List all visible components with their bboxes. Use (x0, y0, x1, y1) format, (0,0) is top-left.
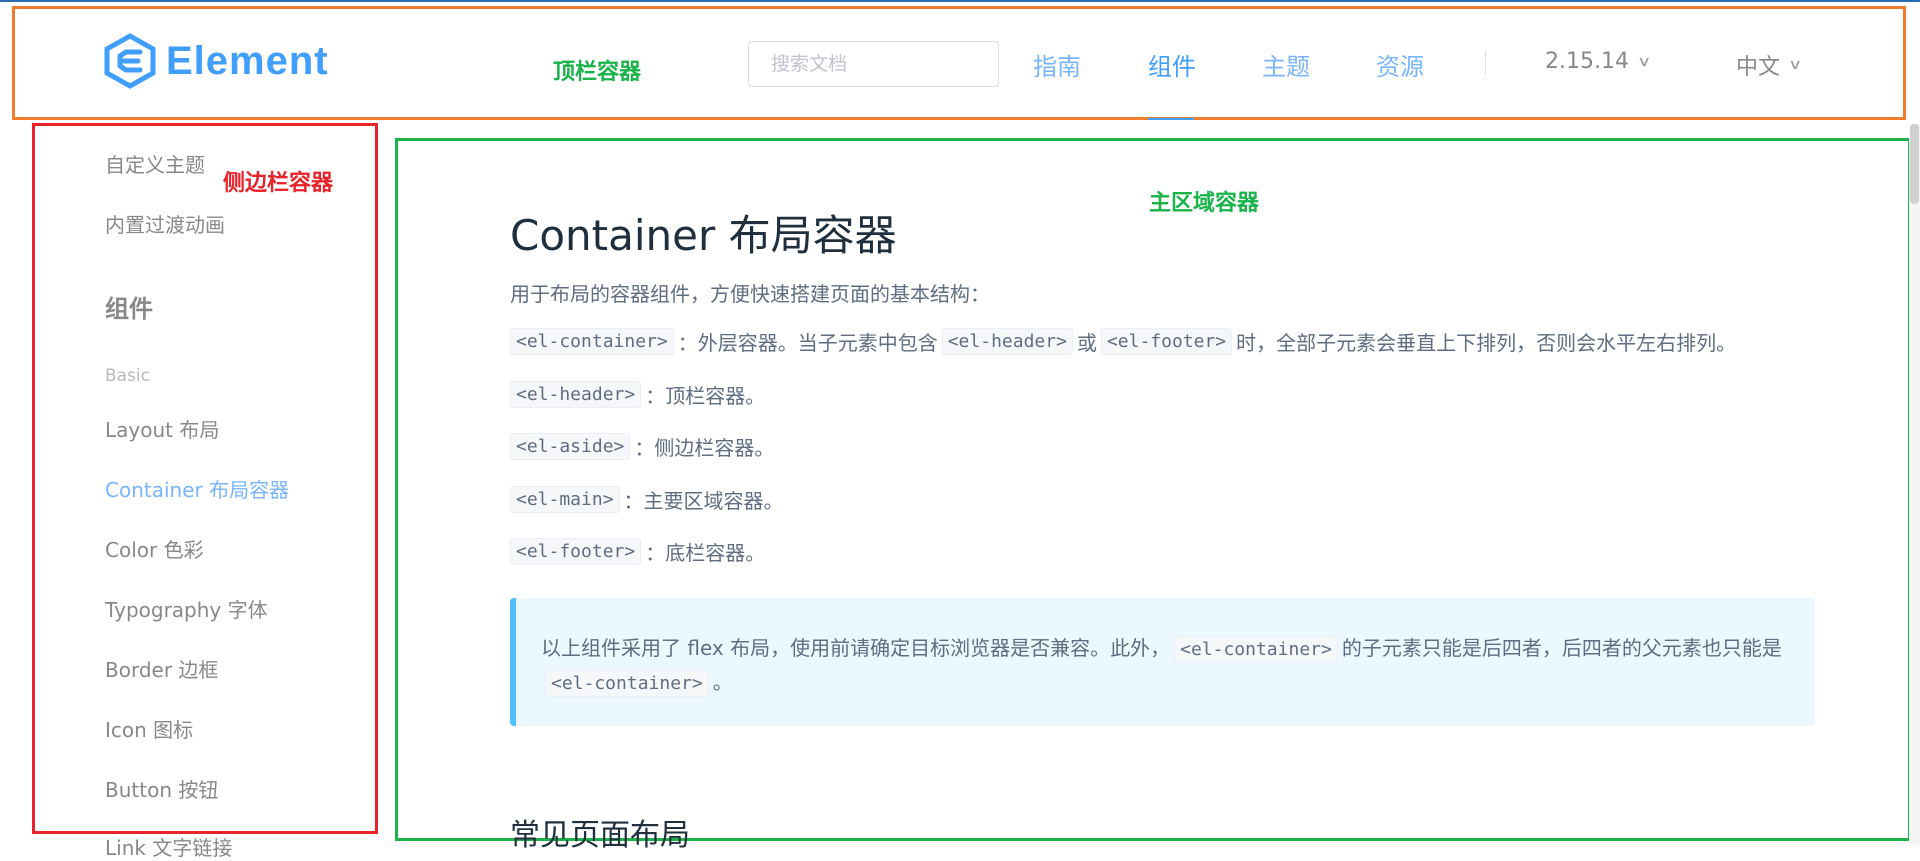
code-el-container: <el-container> (545, 670, 709, 697)
section-title: 常见页面布局 (510, 818, 690, 853)
element-logo-icon (104, 33, 156, 89)
tip-text: 以上组件采用了 flex 布局，使用前请确定目标浏览器是否兼容。此外， <el-c… (541, 632, 1785, 700)
sidebar-item-container[interactable]: Container 布局容器 (105, 474, 289, 503)
scrollbar-thumb[interactable] (1910, 124, 1919, 204)
code-el-footer: <el-footer> (510, 538, 642, 565)
sidebar-annotation-label: 侧边栏容器 (223, 171, 334, 196)
sidebar-item-custom-theme[interactable]: 自定义主题 (105, 149, 205, 178)
sidebar-item-layout[interactable]: Layout 布局 (105, 414, 219, 443)
nav-resource[interactable]: 资源 (1376, 47, 1424, 82)
tip-callout: 以上组件采用了 flex 布局，使用前请确定目标浏览器是否兼容。此外， <el-c… (510, 598, 1815, 726)
code-el-header: <el-header> (510, 381, 642, 408)
nav-divider (1485, 50, 1486, 74)
page-title: Container 布局容器 (510, 211, 897, 260)
container-description: <el-container> ：外层容器。当子元素中包含 <el-header>… (510, 327, 1736, 356)
code-el-main: <el-main> (510, 486, 620, 513)
sidebar-item-transition[interactable]: 内置过渡动画 (105, 209, 225, 238)
scrollbar-track[interactable] (1909, 124, 1920, 845)
aside-description: <el-aside> ：侧边栏容器。 (510, 432, 774, 461)
search-input[interactable] (749, 42, 998, 86)
sidebar-item-border[interactable]: Border 边框 (105, 654, 218, 683)
top-border-line (0, 0, 1920, 2)
intro-paragraph: 用于布局的容器组件，方便快速搭建页面的基本结构： (510, 282, 990, 306)
nav-theme[interactable]: 主题 (1262, 47, 1310, 82)
language-label: 中文 (1736, 55, 1781, 80)
sidebar-item-button[interactable]: Button 按钮 (105, 774, 218, 803)
nav-component[interactable]: 组件 (1148, 47, 1196, 82)
sidebar-group-title: 组件 (105, 295, 153, 323)
sidebar-item-link[interactable]: Link 文字链接 (105, 832, 232, 861)
header-annotation-label: 顶栏容器 (553, 60, 642, 85)
code-el-footer: <el-footer> (1100, 328, 1233, 355)
code-el-container: <el-container> (510, 328, 674, 355)
footer-description: <el-footer> ：底栏容器。 (510, 537, 765, 566)
nav-active-indicator (1148, 118, 1194, 120)
header-description: <el-header> ：顶栏容器。 (510, 380, 765, 409)
language-dropdown[interactable]: 中文 ∨ (1736, 49, 1803, 81)
logo[interactable]: Element (104, 33, 329, 89)
sidebar-group-subtitle: Basic (105, 366, 151, 386)
sidebar-item-color[interactable]: Color 色彩 (105, 534, 204, 563)
nav-guide[interactable]: 指南 (1033, 47, 1081, 82)
version-label: 2.15.14 (1545, 49, 1629, 74)
search-box[interactable] (748, 41, 999, 87)
sidebar-item-icon[interactable]: Icon 图标 (105, 714, 193, 743)
main-description: <el-main> ：主要区域容器。 (510, 485, 784, 514)
version-dropdown[interactable]: 2.15.14 ∨ (1545, 49, 1652, 74)
chevron-down-icon: ∨ (1787, 57, 1803, 73)
code-el-aside: <el-aside> (510, 433, 631, 460)
chevron-down-icon: ∨ (1636, 53, 1652, 70)
logo-text: Element (166, 38, 329, 83)
code-el-container: <el-container> (1174, 636, 1338, 663)
main-annotation-label: 主区域容器 (1149, 191, 1260, 216)
sidebar-item-typography[interactable]: Typography 字体 (105, 594, 268, 623)
code-el-header: <el-header> (941, 328, 1073, 355)
